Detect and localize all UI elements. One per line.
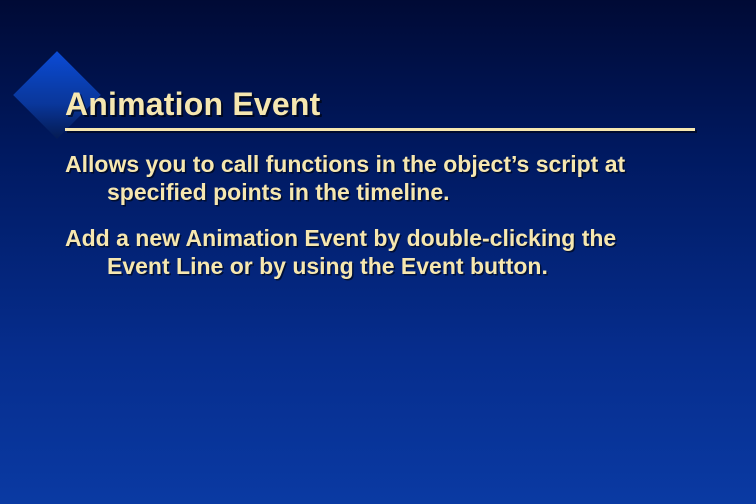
slide-body: Allows you to call functions in the obje… bbox=[65, 150, 665, 298]
title-underline bbox=[65, 128, 695, 131]
slide-title: Animation Event bbox=[65, 86, 320, 123]
body-paragraph: Allows you to call functions in the obje… bbox=[65, 150, 665, 206]
body-paragraph: Add a new Animation Event by double-clic… bbox=[65, 224, 665, 280]
slide: Animation Event Allows you to call funct… bbox=[0, 0, 756, 504]
